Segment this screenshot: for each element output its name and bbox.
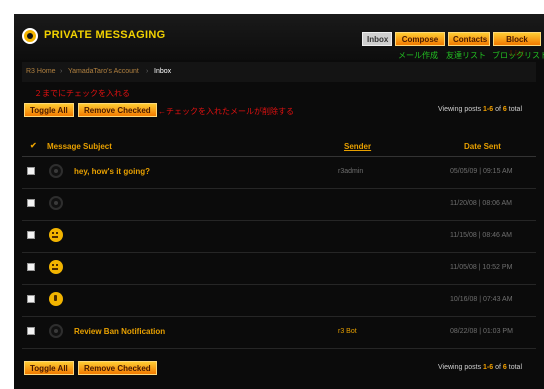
viewing-of: of [495,106,501,113]
row-checkbox[interactable] [27,199,35,207]
contacts-note: 友達リスト [446,51,486,60]
breadcrumb-separator: › [60,68,63,75]
tab-inbox[interactable]: Inbox [362,32,392,46]
breadcrumb: R3 Home › YamadaTaro's Account › Inbox [22,62,536,82]
tab-compose[interactable]: Compose [395,32,445,46]
table-row: 11/15/08 | 08:46 AM [22,221,536,253]
compose-note: メール作成 [398,51,438,60]
r3-logo-icon [22,28,38,44]
viewing-range: 1-6 [483,106,494,113]
check-all-icon[interactable]: ✔ [30,141,37,150]
viewing-suffix: total [508,106,522,113]
block-list-note: ブロックリスト [492,51,544,60]
viewing-total: 6 [502,364,507,371]
row-checkbox[interactable] [27,231,35,239]
breadcrumb-separator: › [146,68,149,75]
viewing-prefix: Viewing posts [438,106,482,113]
row-checkbox[interactable] [27,263,35,271]
viewing-range: 1-6 [483,364,494,371]
pagination-info-top: Viewing posts 1-6 of 6 total [438,106,522,113]
message-date: 05/05/09 | 09:15 AM [450,168,513,175]
toggle-all-button-bottom[interactable]: Toggle All [24,361,74,375]
viewing-prefix: Viewing posts [438,364,482,371]
table-row: hey, how's it going? r3admin 05/05/09 | … [22,157,536,189]
sender-column-header[interactable]: Sender [344,142,371,151]
breadcrumb-current: Inbox [154,68,172,75]
message-subject-link[interactable]: hey, how's it going? [74,167,150,176]
pm-window: PRIVATE MESSAGING Inbox Compose Contacts… [14,14,544,389]
table-row: 11/20/08 | 08:06 AM [22,189,536,221]
subject-column-header: Message Subject [47,142,112,151]
table-row: 11/05/08 | 10:52 PM [22,253,536,285]
tab-contacts[interactable]: Contacts [448,32,490,46]
smiley-icon [49,228,63,242]
page-title: PRIVATE MESSAGING [44,29,166,41]
message-sender[interactable]: r3admin [338,168,363,175]
table-row: Review Ban Notification r3 Bot 08/22/08 … [22,317,536,349]
viewing-of: of [495,364,501,371]
tab-block-list[interactable]: Block List [493,32,541,58]
message-date: 11/15/08 | 08:46 AM [450,232,513,239]
header-bar: PRIVATE MESSAGING Inbox Compose Contacts… [14,14,544,60]
message-date: 11/20/08 | 08:06 AM [450,200,513,207]
breadcrumb-account[interactable]: YamadaTaro's Account [68,68,139,75]
message-status-icon [49,196,63,210]
message-sender[interactable]: r3 Bot [338,328,357,335]
date-column-header: Date Sent [464,142,501,151]
message-status-icon [49,164,63,178]
row-checkbox[interactable] [27,327,35,335]
check-instruction-note: ２までにチェックを入れる [34,89,130,98]
pagination-info-bottom: Viewing posts 1-6 of 6 total [438,364,522,371]
message-status-icon [49,324,63,338]
remove-checked-button-bottom[interactable]: Remove Checked [78,361,157,375]
alert-face-icon [49,292,63,306]
message-date: 10/16/08 | 07:43 AM [450,296,513,303]
row-checkbox[interactable] [27,167,35,175]
smiley-icon [49,260,63,274]
message-subject-link[interactable]: Review Ban Notification [74,327,165,336]
row-checkbox[interactable] [27,295,35,303]
table-header: ✔ Message Subject Sender Date Sent [22,138,536,157]
message-date: 08/22/08 | 01:03 PM [450,328,513,335]
breadcrumb-home[interactable]: R3 Home [26,68,56,75]
table-row: 10/16/08 | 07:43 AM [22,285,536,317]
remove-checked-button-top[interactable]: Remove Checked [78,103,157,117]
delete-instruction-note: ←チェックを入れたメールが削除する [158,107,294,116]
viewing-total: 6 [502,106,507,113]
message-date: 11/05/08 | 10:52 PM [450,264,513,271]
viewing-suffix: total [508,364,522,371]
toggle-all-button-top[interactable]: Toggle All [24,103,74,117]
